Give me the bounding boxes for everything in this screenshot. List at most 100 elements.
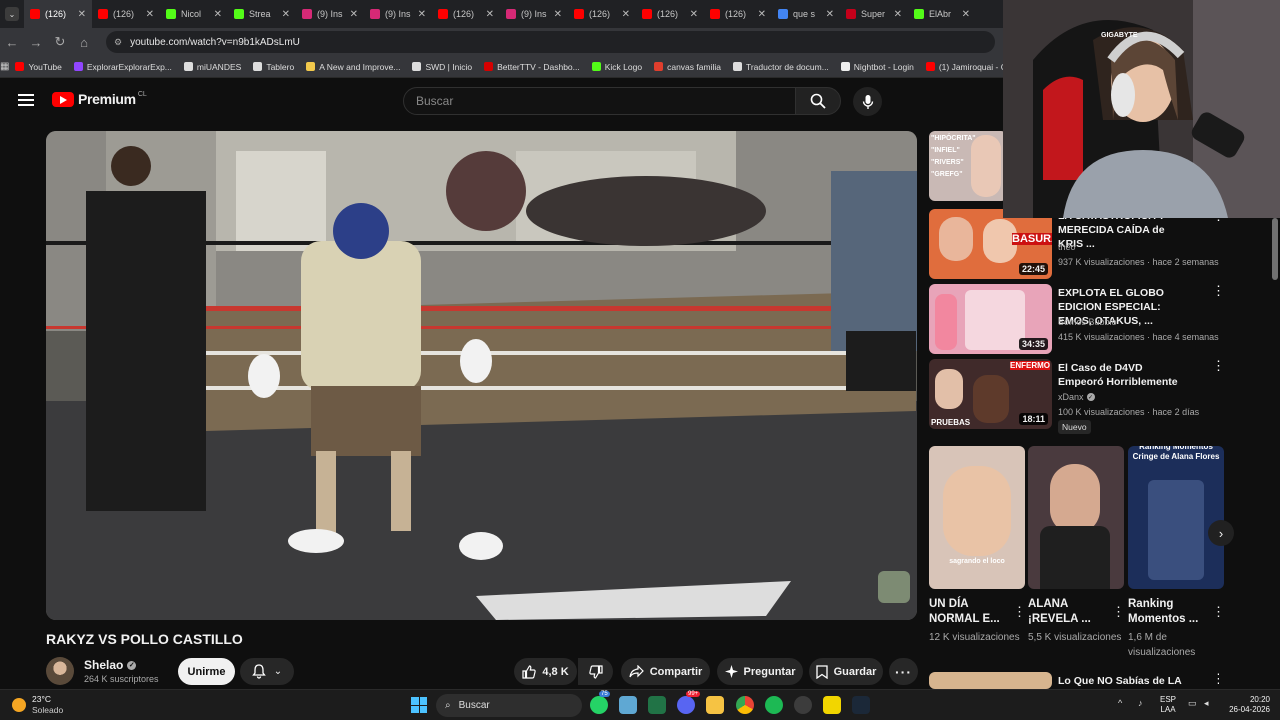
sidebar-video[interactable]: ENFERMO PRUEBAS 18:11 El Caso de D4VD Em… [929,359,1225,434]
browser-tab[interactable]: Super ✕ [840,0,908,28]
more-vertical-icon[interactable]: ⋮ [1212,672,1219,685]
bookmark-item[interactable]: BetterTTV - Dashbo... [478,62,586,72]
close-icon[interactable]: ✕ [78,9,86,20]
bookmark-item[interactable]: (1) Jamiroquai - Can... [920,62,1003,72]
notes-icon[interactable] [619,696,637,714]
youtube-premium-logo[interactable]: Premium CL [52,91,147,107]
share-button[interactable]: Compartir [621,658,710,685]
menu-icon[interactable] [18,94,34,106]
discord-icon[interactable]: 99+ [677,691,701,714]
close-icon[interactable]: ✕ [690,9,698,20]
short-item[interactable]: Ranking Momentos Cringe de Alana Flores … [1128,446,1225,660]
close-icon[interactable]: ✕ [486,9,494,20]
search-button[interactable] [795,87,841,115]
sidebar-video[interactable]: BASURA. 22:45 LA CATASTRÓFICA Y MERECIDA… [929,209,1225,279]
short-item[interactable]: ALANA ¡REVELA ... 5,5 K visualizaciones … [1028,446,1125,645]
back-button[interactable]: ← [0,35,24,50]
notification-button[interactable]: ⌄ [240,658,294,685]
whatsapp-icon[interactable]: 75 [590,691,610,714]
microphone-icon[interactable]: ♪ [1138,698,1143,708]
bookmark-item[interactable]: A New and Improve... [300,62,406,72]
taskbar-search[interactable]: ⌕ Buscar [436,694,582,717]
browser-tab[interactable]: Strea ✕ [228,0,296,28]
bookmark-item[interactable]: canvas familia [648,62,727,72]
file-explorer-icon[interactable] [706,696,724,714]
browser-tab[interactable]: (9) Ins ✕ [296,0,364,28]
excel-icon[interactable] [648,696,666,714]
video-player[interactable] [46,131,917,620]
close-icon[interactable]: ✕ [826,9,834,20]
bookmark-item[interactable]: Tablero [247,62,300,72]
browser-tab[interactable]: (126) ✕ [704,0,772,28]
tab-list-button[interactable]: ⌄ [0,0,24,28]
bookmark-item[interactable]: ExplorarExplorarExp... [68,62,178,72]
dislike-button[interactable] [578,658,613,685]
more-vertical-icon[interactable]: ⋮ [1212,284,1225,297]
chrome-icon[interactable] [736,696,754,714]
save-button[interactable]: Guardar [809,658,883,685]
language-indicator[interactable]: ESP LAA [1160,695,1176,715]
close-icon[interactable]: ✕ [146,9,154,20]
more-vertical-icon[interactable]: ⋮ [1013,604,1026,620]
scrollbar[interactable] [1272,218,1278,280]
bookmark-item[interactable]: YouTube [9,62,67,72]
more-vertical-icon[interactable]: ⋮ [1212,359,1225,372]
voice-search-button[interactable] [853,87,882,116]
more-vertical-icon[interactable]: ⋮ [1112,604,1125,620]
browser-tab[interactable]: (126) ✕ [568,0,636,28]
ask-button[interactable]: Preguntar [717,658,803,685]
close-icon[interactable]: ✕ [214,9,222,20]
browser-tab[interactable]: (126) ✕ [636,0,704,28]
obs-icon[interactable] [794,696,812,714]
weather-widget[interactable]: 23°C Soleado [12,694,63,716]
close-icon[interactable]: ✕ [554,9,562,20]
spotify-icon[interactable] [765,696,783,714]
browser-tab[interactable]: (9) Ins ✕ [500,0,568,28]
system-tray-chevron-icon[interactable]: ^ [1118,698,1122,708]
network-icon[interactable]: ▭ [1188,698,1197,709]
channel-avatar[interactable] [46,657,74,685]
channel-name[interactable]: Shelao ✓ [84,658,137,672]
reload-button[interactable]: ↻ [48,34,72,50]
bookmark-item[interactable]: miUANDES [178,62,247,72]
close-icon[interactable]: ✕ [622,9,630,20]
browser-tab[interactable]: (126) ✕ [92,0,160,28]
url-field[interactable]: ⚙ youtube.com/watch?v=n9b1kADsLmU [106,31,995,53]
search-input[interactable]: Buscar [403,87,796,115]
join-button[interactable]: Unirme [178,658,235,685]
short-item[interactable]: sagrando el loco UN DÍA NORMAL E... 12 K… [929,446,1026,645]
apps-grid-icon[interactable]: ▦ [0,61,9,72]
forward-button[interactable]: → [24,35,48,50]
more-vertical-icon[interactable]: ⋮ [1212,604,1225,620]
sidebar-video[interactable]: 34:35 EXPLOTA EL GLOBO EDICION ESPECIAL:… [929,284,1225,354]
more-actions-button[interactable]: ··· [889,658,918,685]
clock[interactable]: 20:20 26-04-2026 [1226,695,1270,715]
close-icon[interactable]: ✕ [418,9,426,20]
browser-tab[interactable]: (126) ✕ [24,0,92,28]
browser-tab[interactable]: (9) Ins ✕ [364,0,432,28]
close-icon[interactable]: ✕ [758,9,766,20]
site-info-icon[interactable]: ⚙ [114,37,122,48]
volume-icon[interactable]: ◂ [1204,698,1209,709]
bookmark-favicon-icon [840,62,850,71]
bookmark-item[interactable]: Kick Logo [586,62,648,72]
close-icon[interactable]: ✕ [350,9,358,20]
short-thumbnail: Ranking Momentos Cringe de Alana Flores [1128,446,1224,589]
windows-start-button[interactable] [411,697,427,713]
browser-tab[interactable]: ElAbr ✕ [908,0,976,28]
sticky-notes-icon[interactable] [823,696,841,714]
browser-tab[interactable]: Nicol ✕ [160,0,228,28]
close-icon[interactable]: ✕ [894,9,902,20]
shorts-next-button[interactable]: › [1208,520,1234,546]
browser-tab[interactable]: (126) ✕ [432,0,500,28]
close-icon[interactable]: ✕ [962,9,970,20]
bookmark-item[interactable]: Traductor de docum... [727,62,835,72]
home-button[interactable]: ⌂ [72,35,96,50]
browser-tab[interactable]: que s ✕ [772,0,840,28]
sidebar-video[interactable]: Lo Que NO Sabías de LA MODA ⋮ [929,672,1219,689]
close-icon[interactable]: ✕ [282,9,290,20]
like-button[interactable]: 4,8 K [514,658,577,685]
bookmark-item[interactable]: SWD | Inicio [406,62,478,72]
bookmark-item[interactable]: Nightbot - Login [835,62,920,72]
steam-icon[interactable] [852,696,870,714]
